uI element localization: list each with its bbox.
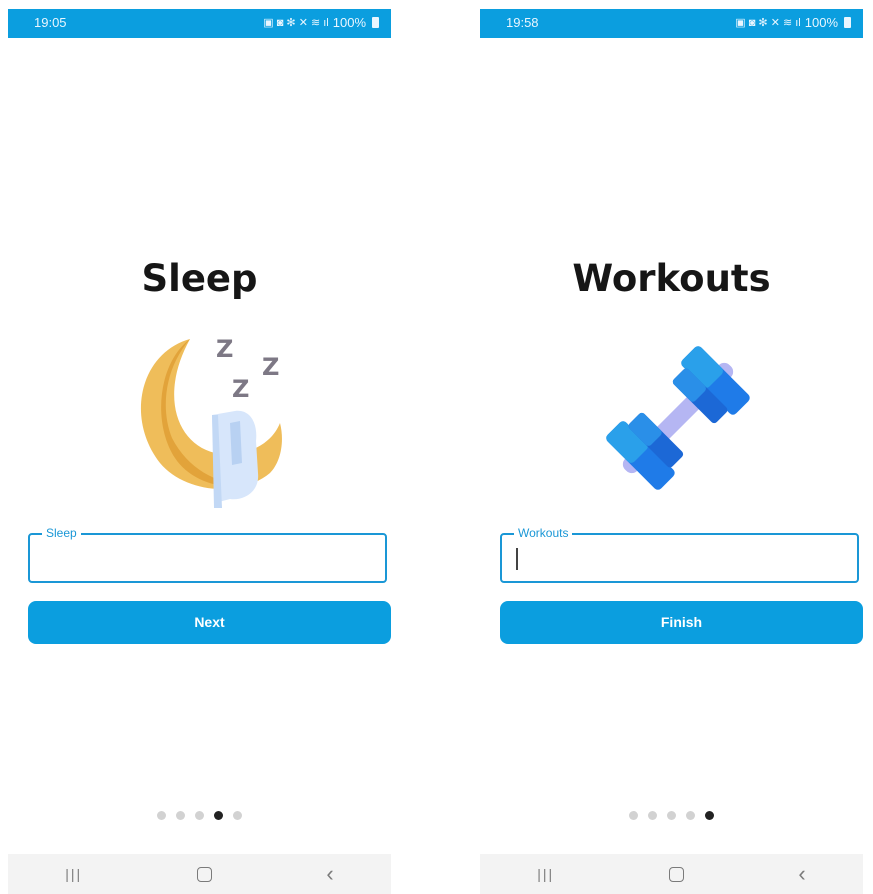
field-label: Workouts: [514, 526, 573, 540]
svg-text:Z: Z: [216, 335, 233, 363]
home-icon[interactable]: [668, 866, 684, 882]
status-time: 19:58: [506, 15, 539, 30]
battery-percent: 100%: [804, 15, 838, 30]
status-time: 19:05: [34, 15, 67, 30]
navigation-bar: ||| ‹: [8, 854, 391, 894]
status-bar: 19:05 ▣ ◙ ✻ ✕ ≋ ıl 100%: [8, 9, 391, 38]
page-dot: [233, 811, 242, 820]
page-indicator: [480, 811, 863, 820]
sleep-moon-icon: Z Z Z: [140, 335, 282, 508]
text-cursor: [516, 548, 518, 570]
battery-percent: 100%: [332, 15, 366, 30]
battery-icon: [372, 17, 379, 28]
navigation-bar: ||| ‹: [480, 854, 863, 894]
svg-text:Z: Z: [262, 353, 279, 381]
page-dot-active: [214, 811, 223, 820]
page-dot: [629, 811, 638, 820]
home-icon[interactable]: [196, 866, 212, 882]
page-dot: [176, 811, 185, 820]
page-dot: [648, 811, 657, 820]
finish-button[interactable]: Finish: [500, 601, 863, 644]
page-dot: [686, 811, 695, 820]
sleep-field[interactable]: Sleep: [28, 526, 387, 583]
page-dot-active: [705, 811, 714, 820]
back-icon[interactable]: ‹: [798, 863, 805, 885]
page-dot: [157, 811, 166, 820]
page-title: Sleep: [141, 257, 258, 300]
workouts-screen: 19:58 ▣ ◙ ✻ ✕ ≋ ıl 100% Workouts Workout…: [480, 9, 863, 894]
svg-text:Z: Z: [232, 375, 249, 403]
battery-icon: [844, 17, 851, 28]
page-dot: [195, 811, 204, 820]
status-icons: ▣ ◙ ✻ ✕ ≋ ıl 100%: [263, 15, 379, 30]
notification-icons: ▣ ◙ ✻ ✕ ≋ ıl: [263, 17, 329, 29]
recents-icon[interactable]: |||: [537, 866, 554, 882]
next-button[interactable]: Next: [28, 601, 391, 644]
field-label: Sleep: [42, 526, 81, 540]
status-icons: ▣ ◙ ✻ ✕ ≋ ıl 100%: [735, 15, 851, 30]
sleep-screen: 19:05 ▣ ◙ ✻ ✕ ≋ ıl 100% Sleep Z Z Z Slee…: [8, 9, 391, 894]
status-bar: 19:58 ▣ ◙ ✻ ✕ ≋ ıl 100%: [480, 9, 863, 38]
recents-icon[interactable]: |||: [65, 866, 82, 882]
page-indicator: [8, 811, 391, 820]
back-icon[interactable]: ‹: [326, 863, 333, 885]
workouts-field[interactable]: Workouts: [500, 526, 859, 583]
notification-icons: ▣ ◙ ✻ ✕ ≋ ıl: [735, 17, 801, 29]
dumbbell-icon: [606, 346, 750, 490]
page-dot: [667, 811, 676, 820]
page-title: Workouts: [572, 257, 771, 300]
